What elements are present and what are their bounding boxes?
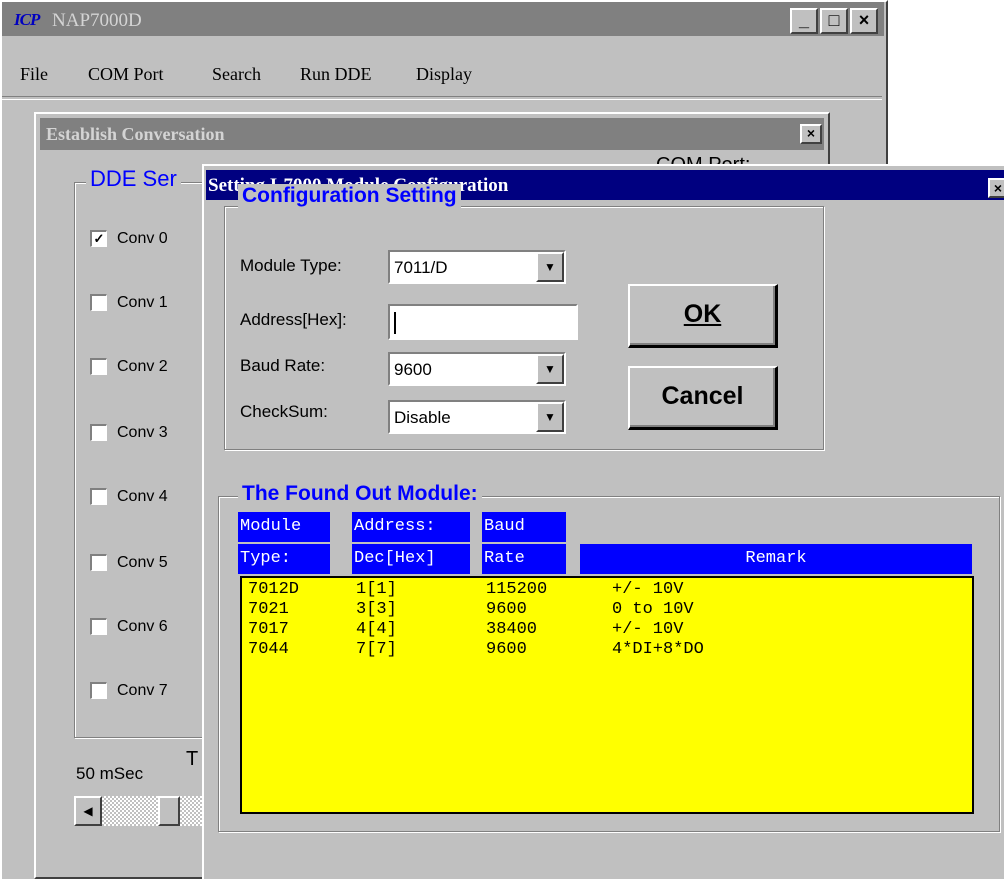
conv-5-checkbox[interactable]: Conv 5 [90,554,168,572]
setting-dialog: Setting I-7000 Module Configuration × Co… [202,164,1004,879]
checkbox-icon [90,554,107,572]
conv-label: Conv 1 [117,294,168,311]
menu-search[interactable]: Search [212,64,261,85]
conv-0-checkbox[interactable]: ✓ Conv 0 [90,230,168,248]
menu-file[interactable]: File [20,64,48,85]
checksum-select[interactable]: Disable ▼ [388,400,566,434]
module-type-label: Module Type: [240,256,342,275]
menu-divider [2,96,882,100]
cancel-button[interactable]: Cancel [628,366,778,430]
ok-label: OK [683,300,722,328]
module-baud: 9600 [486,600,527,619]
checksum-label: CheckSum: [240,402,328,421]
module-baud: 9600 [486,640,527,659]
t-label: T [186,748,199,770]
header-dec-hex: Dec[Hex] [352,544,470,574]
checkbox-icon [90,488,107,506]
conversation-title: Establish Conversation [46,124,225,144]
text-caret [394,312,396,334]
conv-4-checkbox[interactable]: Conv 4 [90,488,168,506]
module-type: 7012D [248,580,300,599]
chevron-down-icon[interactable]: ▼ [536,354,564,384]
chevron-down-icon[interactable]: ▼ [536,402,564,432]
ok-button[interactable]: OK [628,284,778,348]
menu-bar: File COM Port Search Run DDE Display [2,60,884,90]
module-address: 1[1] [356,580,397,599]
checkbox-checked-icon: ✓ [90,230,107,248]
conv-2-checkbox[interactable]: Conv 2 [90,358,168,376]
scroll-track[interactable] [102,796,206,826]
header-rate: Rate [482,544,566,574]
header-address: Address: [352,512,470,542]
found-modules-list[interactable]: 7012D 1[1] 115200 +/- 10V 7021 3[3] 9600… [240,576,974,814]
cancel-label: Cancel [661,382,744,410]
minimize-button[interactable]: _ [790,8,818,34]
module-remark: +/- 10V [612,620,684,639]
menu-com-port[interactable]: COM Port [88,64,164,85]
header-type: Type: [238,544,330,574]
module-address: 7[7] [356,640,397,659]
checkbox-icon [90,618,107,636]
module-type-value: 7011/D [394,258,448,277]
main-titlebar[interactable]: ICP NAP7000D _ □ × [2,2,884,36]
scroll-left-arrow-icon[interactable]: ◀ [74,796,102,826]
conv-7-checkbox[interactable]: Conv 7 [90,682,168,700]
module-remark: 4*DI+8*DO [612,640,704,659]
header-module: Module [238,512,330,542]
address-input[interactable] [388,304,578,340]
maximize-button[interactable]: □ [820,8,848,34]
module-type: 7044 [248,640,289,659]
conv-label: Conv 6 [117,618,168,635]
checkbox-icon [90,294,107,312]
header-remark: Remark [580,544,972,574]
dde-group-label: DDE Ser [86,166,181,192]
found-module-group-label: The Found Out Module: [238,482,482,506]
checkbox-icon [90,424,107,442]
module-type-select[interactable]: 7011/D ▼ [388,250,566,284]
module-type: 7017 [248,620,289,639]
app-logo-icon: ICP [14,10,40,29]
conv-label: Conv 7 [117,682,168,699]
conv-1-checkbox[interactable]: Conv 1 [90,294,168,312]
module-baud: 115200 [486,580,548,599]
checkbox-icon [90,358,107,376]
checkbox-icon [90,682,107,700]
module-address: 3[3] [356,600,397,619]
module-type: 7021 [248,600,289,619]
checksum-value: Disable [394,408,451,427]
header-baud: Baud [482,512,566,542]
module-baud: 38400 [486,620,538,639]
baud-rate-label: Baud Rate: [240,356,326,375]
conv-label: Conv 3 [117,424,168,441]
window-title: NAP7000D [52,10,142,31]
baud-rate-select[interactable]: 9600 ▼ [388,352,566,386]
menu-display[interactable]: Display [416,64,472,85]
conversation-titlebar[interactable]: Establish Conversation × [40,118,824,150]
baud-rate-value: 9600 [394,360,432,379]
module-address: 4[4] [356,620,397,639]
setting-close-button[interactable]: × [988,178,1004,198]
scroll-thumb[interactable] [158,796,180,826]
conv-6-checkbox[interactable]: Conv 6 [90,618,168,636]
conv-label: Conv 5 [117,554,168,571]
conv-label: Conv 4 [117,488,168,505]
configuration-group-label: Configuration Setting [238,184,461,208]
conversation-close-button[interactable]: × [800,124,822,144]
interval-label: 50 mSec [76,764,144,783]
conv-3-checkbox[interactable]: Conv 3 [90,424,168,442]
module-remark: +/- 10V [612,580,684,599]
conv-label: Conv 0 [117,230,168,247]
module-remark: 0 to 10V [612,600,694,619]
chevron-down-icon[interactable]: ▼ [536,252,564,282]
interval-scrollbar[interactable]: ◀ [74,796,206,826]
close-button[interactable]: × [850,8,878,34]
address-label: Address[Hex]: [240,310,347,329]
menu-run-dde[interactable]: Run DDE [300,64,372,85]
conv-label: Conv 2 [117,358,168,375]
